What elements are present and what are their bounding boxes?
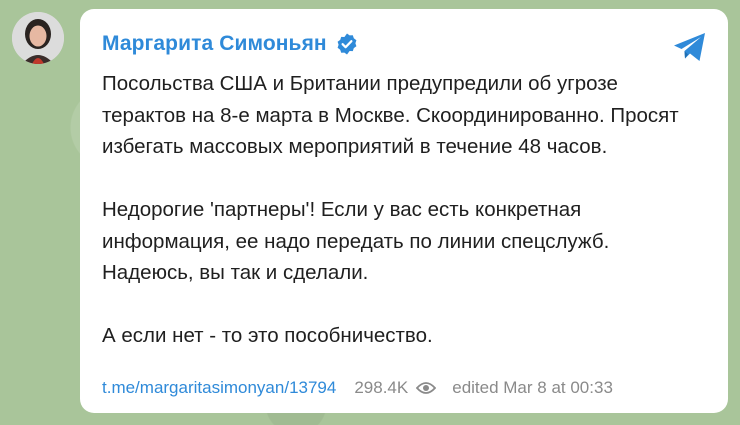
- message-text: Посольства США и Британии предупредили о…: [102, 68, 706, 352]
- telegram-share-icon[interactable]: [672, 31, 708, 63]
- author-name[interactable]: Маргарита Симоньян: [102, 32, 327, 56]
- message-paragraph-2: Недорогие 'партнеры'! Если у вас есть ко…: [102, 198, 610, 284]
- view-count: 298.4K: [354, 378, 409, 397]
- verified-icon: [335, 32, 359, 56]
- message-paragraph-1: Посольства США и Британии предупредили о…: [102, 72, 679, 158]
- avatar[interactable]: [12, 12, 64, 64]
- message-header: Маргарита Симоньян: [102, 29, 706, 59]
- message-paragraph-3: А если нет - то это пособничество.: [102, 324, 433, 347]
- message-footer: t.me/margaritasimonyan/13794 298.4K edit…: [102, 378, 708, 398]
- post-link[interactable]: t.me/margaritasimonyan/13794: [102, 378, 336, 398]
- edited-timestamp: edited Mar 8 at 00:33: [452, 378, 613, 397]
- eye-icon: [416, 381, 437, 395]
- message-bubble: Маргарита Симоньян Посольства США и Брит…: [80, 9, 728, 413]
